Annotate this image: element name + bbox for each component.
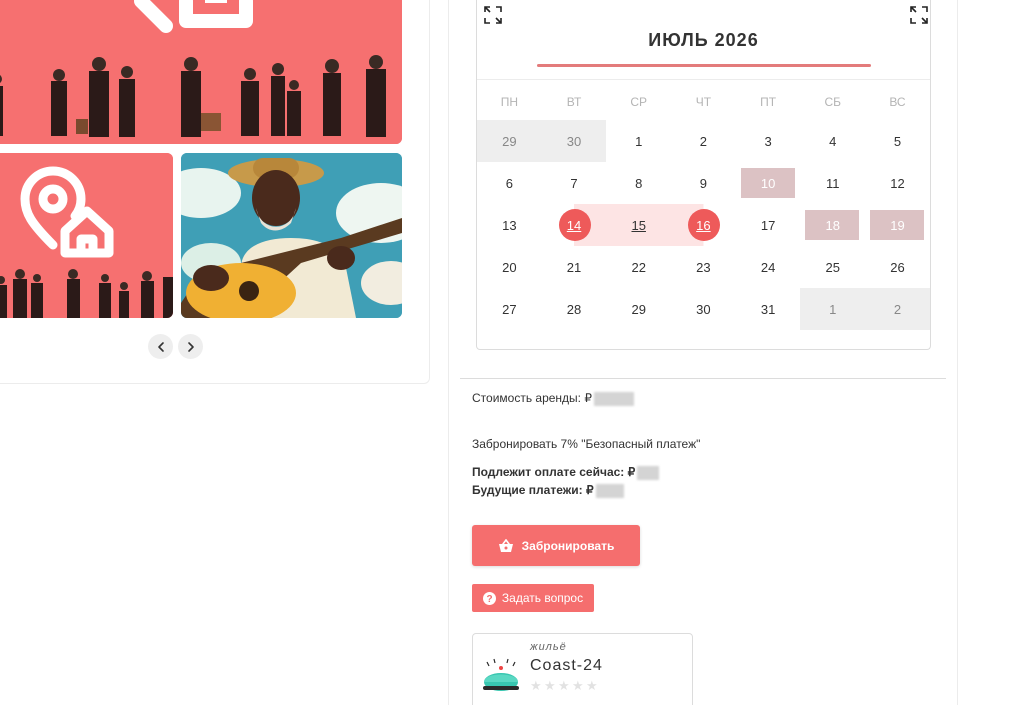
book-button[interactable]: Забронировать	[472, 525, 640, 566]
calendar-day-next-month: 2	[865, 288, 930, 330]
section-divider	[460, 378, 946, 379]
gallery-card	[0, 0, 430, 384]
basket-icon	[498, 538, 513, 552]
carousel-prev-button[interactable]	[148, 334, 173, 359]
host-card[interactable]: жильё Coast-24 ★ ★ ★ ★ ★	[472, 633, 693, 705]
pay-now-redacted	[637, 465, 660, 480]
calendar-day[interactable]: 17	[736, 204, 801, 246]
future-payments-redacted	[595, 483, 624, 498]
calendar-day[interactable]: 3	[736, 120, 801, 162]
calendar-day[interactable]: 21	[542, 246, 607, 288]
calendar-day[interactable]: 27	[477, 288, 542, 330]
expand-icon[interactable]	[909, 5, 929, 25]
pay-now-label: Подлежит оплате сейчас: ₽	[472, 465, 636, 479]
calendar-day[interactable]: 12	[865, 162, 930, 204]
ask-question-label: Задать вопрос	[501, 591, 584, 605]
calendar-day-next-month: 1	[800, 288, 866, 330]
host-logo-icon	[483, 658, 519, 691]
calendar-day[interactable]: 23	[671, 246, 736, 288]
calendar-day[interactable]: 6	[477, 162, 542, 204]
host-rating: ★ ★ ★ ★ ★	[530, 678, 598, 693]
calendar-day-in-range[interactable]: 15	[606, 204, 672, 246]
star-icon: ★	[586, 678, 598, 693]
calendar-day[interactable]: 24	[736, 246, 801, 288]
gallery-image-guitarist[interactable]	[181, 153, 402, 318]
ask-question-button[interactable]: ? Задать вопрос	[472, 584, 594, 612]
calendar-day[interactable]: 8	[606, 162, 671, 204]
star-icon: ★	[530, 678, 542, 693]
future-payments-label: Будущие платежи: ₽	[472, 483, 594, 497]
gallery-image-location-banner[interactable]	[0, 0, 402, 144]
chevron-left-icon	[157, 341, 164, 352]
calendar-day[interactable]: 30	[671, 288, 736, 330]
weekday-label: СР	[630, 95, 648, 109]
pay-now-line: Подлежит оплате сейчас: ₽	[472, 465, 660, 480]
calendar-day[interactable]: 11	[800, 162, 865, 204]
booking-page: ИЮЛЬ 2026 ПН ВТ СР ЧТ ПТ СБ ВС 29 30 1 2…	[0, 0, 1024, 705]
gallery-image-location-thumb[interactable]	[0, 153, 173, 318]
calendar-day[interactable]: 28	[542, 288, 607, 330]
calendar-day-booked: 18	[800, 204, 865, 246]
weekday-label: ПТ	[760, 95, 777, 109]
calendar-week: 29 30 1 2 3 4 5	[477, 120, 930, 162]
calendar-week: 6 7 8 9 10 11 12	[477, 162, 930, 204]
chevron-right-icon	[187, 341, 194, 352]
calendar-day-selected-end[interactable]: 16	[671, 204, 736, 246]
calendar-day[interactable]: 20	[477, 246, 542, 288]
calendar-day-prev-month: 29	[477, 120, 542, 162]
weekday-label: СБ	[824, 95, 842, 109]
calendar-day[interactable]: 1	[606, 120, 671, 162]
weekday-label: ПН	[500, 95, 518, 109]
weekday-label: ВС	[889, 95, 906, 109]
calendar-day[interactable]: 4	[800, 120, 865, 162]
calendar-day-prev-month: 30	[541, 120, 607, 162]
host-name: Coast-24	[530, 657, 603, 674]
carousel-next-button[interactable]	[178, 334, 203, 359]
weekday-label: ЧТ	[695, 95, 712, 109]
calendar-header: ИЮЛЬ 2026	[477, 0, 930, 80]
expand-icon[interactable]	[483, 5, 503, 25]
calendar-day[interactable]: 22	[606, 246, 671, 288]
rent-cost-redacted	[594, 391, 634, 406]
book-button-label: Забронировать	[521, 538, 615, 553]
question-icon: ?	[482, 591, 496, 605]
calendar-day[interactable]: 13	[477, 204, 542, 246]
calendar-day[interactable]: 29	[606, 288, 671, 330]
calendar-day[interactable]: 2	[671, 120, 736, 162]
availability-calendar: ИЮЛЬ 2026 ПН ВТ СР ЧТ ПТ СБ ВС 29 30 1 2…	[476, 0, 931, 350]
calendar-week: 13 14 15 16 17 18 19	[477, 204, 930, 246]
calendar-weekdays: ПН ВТ СР ЧТ ПТ СБ ВС	[477, 95, 930, 109]
rent-cost-line: Стоимость аренды: ₽	[472, 391, 634, 406]
calendar-title-underline	[537, 64, 871, 67]
calendar-week: 20 21 22 23 24 25 26	[477, 246, 930, 288]
calendar-day-booked: 10	[736, 162, 801, 204]
calendar-day[interactable]: 31	[736, 288, 801, 330]
calendar-grid: 29 30 1 2 3 4 5 6 7 8 9 10 11 12 13 14 1…	[477, 120, 930, 330]
rent-cost-label: Стоимость аренды: ₽	[472, 391, 592, 405]
calendar-day[interactable]: 9	[671, 162, 736, 204]
calendar-day[interactable]: 26	[865, 246, 930, 288]
calendar-month-title: ИЮЛЬ 2026	[648, 30, 759, 50]
svg-text:?: ?	[486, 594, 492, 605]
calendar-day-selected-start[interactable]: 14	[541, 204, 607, 246]
calendar-day[interactable]: 5	[865, 120, 930, 162]
calendar-day-booked: 19	[865, 204, 930, 246]
star-icon: ★	[544, 678, 556, 693]
calendar-day[interactable]: 25	[800, 246, 865, 288]
calendar-day[interactable]: 7	[542, 162, 607, 204]
reserve-note: Забронировать 7% "Безопасный платеж"	[472, 437, 701, 451]
star-icon: ★	[558, 678, 570, 693]
calendar-week: 27 28 29 30 31 1 2	[477, 288, 930, 330]
future-payments-line: Будущие платежи: ₽	[472, 483, 624, 498]
weekday-label: ВТ	[566, 95, 582, 109]
star-icon: ★	[572, 678, 584, 693]
host-category: жильё	[530, 641, 567, 653]
